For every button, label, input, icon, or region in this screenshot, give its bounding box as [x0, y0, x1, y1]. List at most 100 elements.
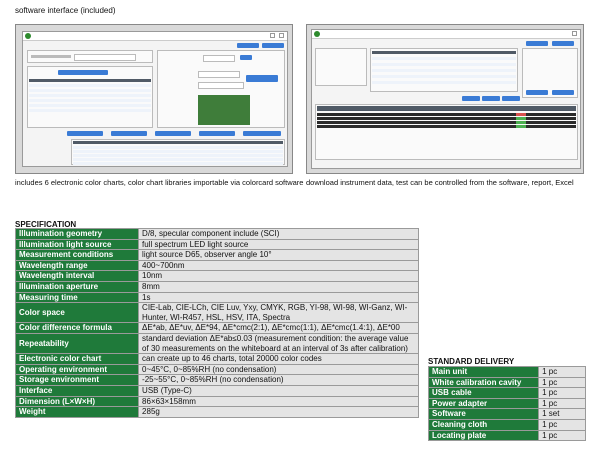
spec-label: Wavelength interval	[14, 270, 140, 282]
spec-row: Interface USB (Type-C)	[14, 384, 419, 397]
settings-panel	[522, 48, 578, 98]
right-action-buttons	[462, 96, 522, 102]
spec-value: 400~700nm	[138, 259, 419, 272]
delivery-row: Cleaning cloth 1 pc	[427, 418, 586, 431]
right-software-window	[311, 29, 581, 169]
spec-label: Dimension (L×W×H)	[14, 395, 140, 408]
delivery-value: 1 pc	[538, 397, 586, 410]
delivery-row: Power adapter 1 pc	[427, 397, 586, 410]
close-icon-2[interactable]	[572, 31, 577, 36]
software-interface-label: software interface (included)	[15, 6, 116, 15]
connect-button[interactable]	[526, 41, 548, 46]
spec-label: Color difference formula	[14, 322, 140, 334]
delete-all-color-card-button[interactable]	[67, 131, 103, 136]
close-icon[interactable]	[279, 33, 284, 38]
card-number-field[interactable]	[198, 71, 240, 78]
right-software-screenshot	[306, 24, 584, 174]
delete-color-card-button[interactable]	[199, 131, 235, 136]
delivery-row: USB cable 1 pc	[427, 387, 586, 399]
delivery-value: 1 pc	[538, 366, 586, 378]
spec-row: Illumination aperture 8mm	[14, 280, 419, 293]
spec-value: 10nm	[138, 270, 419, 282]
delivery-label: Locating plate	[427, 429, 540, 442]
delivery-value: 1 set	[538, 408, 586, 420]
spec-row: Measurement conditions light source D65, …	[14, 249, 419, 261]
spec-label: Measuring time	[14, 291, 140, 304]
delivery-row: Locating plate 1 pc	[427, 429, 586, 442]
spec-value: D/8, specular component include (SCI)	[138, 228, 419, 240]
spec-value: CIE-Lab, CIE-LCh, CIE Luv, Yxy, CMYK, RG…	[138, 302, 419, 324]
spec-row: Dimension (L×W×H) 86×63×158mm	[14, 395, 419, 408]
spec-value: standard deviation ΔE*ab≤0.03 (measureme…	[138, 332, 419, 355]
spec-label: Wavelength range	[14, 259, 140, 272]
spec-row: Electronic color chart can create up to 4…	[14, 353, 419, 365]
delivery-label: USB cable	[427, 387, 540, 399]
delivery-value: 1 pc	[538, 387, 586, 399]
spec-value: 0~45°C, 0~85%RH (no condensation)	[138, 363, 419, 376]
spec-row: Storage environment -25~55°C, 0~85%RH (no…	[14, 374, 419, 386]
spec-row: Illumination geometry D/8, specular compo…	[14, 228, 419, 240]
spec-row: Wavelength interval 10nm	[14, 270, 419, 282]
standard-delivery-table: Main unit 1 pc White calibration cavity 1 p…	[427, 366, 586, 442]
spec-row: Measuring time 1s	[14, 291, 419, 304]
left-software-screenshot	[15, 24, 293, 174]
spec-row: Illumination light source full spectrum L…	[14, 238, 419, 251]
delete-all-button[interactable]	[462, 96, 480, 101]
results-table	[315, 104, 578, 160]
spec-label: Illumination light source	[14, 238, 140, 251]
english-button[interactable]	[237, 43, 259, 48]
measure-button[interactable]	[246, 75, 278, 82]
instrument-info-panel	[315, 48, 367, 86]
spec-value: 8mm	[138, 280, 419, 293]
spec-label: Weight	[14, 406, 140, 418]
meter-model-field[interactable]	[74, 54, 136, 61]
spec-value: USB (Type-C)	[138, 384, 419, 397]
left-caption: includes 6 electronic color charts, colo…	[15, 178, 304, 187]
delivery-label: Software	[427, 408, 540, 420]
color-patch-preview	[198, 95, 250, 125]
spec-row: Weight 285g	[14, 406, 419, 418]
add-color-card-button[interactable]	[155, 131, 191, 136]
spec-label: Measurement conditions	[14, 249, 140, 261]
spec-label: Electronic color chart	[14, 353, 140, 365]
delivery-label: Main unit	[427, 366, 540, 378]
spec-value: can create up to 46 charts, total 20000 …	[138, 353, 419, 365]
delivery-value: 1 pc	[538, 376, 586, 389]
export-report-button[interactable]	[552, 90, 574, 95]
left-title-bar	[23, 32, 287, 41]
standard-delivery-heading: STANDARD DELIVERY	[428, 357, 515, 366]
spec-row: Operating environment 0~45°C, 0~85%RH (no…	[14, 363, 419, 376]
spec-row: Color space CIE-Lab, CIE-LCh, CIE Luv, Yx…	[14, 302, 419, 324]
import-color-card-library-button[interactable]	[243, 131, 281, 136]
spec-value: 285g	[138, 406, 419, 418]
export-button[interactable]	[240, 55, 252, 60]
spec-value: light source D65, observer angle 10°	[138, 249, 419, 261]
spec-value: full spectrum LED light source	[138, 238, 419, 251]
right-caption: download instrument data, test can be co…	[306, 178, 574, 187]
spec-value: -25~55°C, 0~85%RH (no condensation)	[138, 374, 419, 386]
delivery-label: Cleaning cloth	[427, 418, 540, 431]
spec-label: Illumination geometry	[14, 228, 140, 240]
color-values-fields	[198, 82, 244, 89]
import-color-card-button[interactable]	[111, 131, 147, 136]
exit-button-2[interactable]	[552, 41, 574, 46]
spec-label: Color space	[14, 302, 140, 324]
delivery-value: 1 pc	[538, 418, 586, 431]
spec-label: Illumination aperture	[14, 280, 140, 293]
color-card-table	[71, 139, 285, 165]
excel-button[interactable]	[482, 96, 500, 101]
spec-value: 1s	[138, 291, 419, 304]
delivery-row: Main unit 1 pc	[427, 366, 586, 378]
delivery-label: Power adapter	[427, 397, 540, 410]
report-button[interactable]	[502, 96, 520, 101]
add-color-card-library-button[interactable]	[58, 70, 108, 75]
spec-row: Wavelength range 400~700nm	[14, 259, 419, 272]
save-excel-button[interactable]	[526, 90, 548, 95]
spec-value: 86×63×158mm	[138, 395, 419, 408]
card-library-name-dropdown[interactable]	[203, 55, 235, 62]
meter-information-panel	[27, 50, 153, 63]
left-action-buttons	[67, 131, 283, 137]
minimize-icon[interactable]	[270, 33, 275, 38]
spec-label: Operating environment	[14, 363, 140, 376]
exit-button[interactable]	[262, 43, 284, 48]
